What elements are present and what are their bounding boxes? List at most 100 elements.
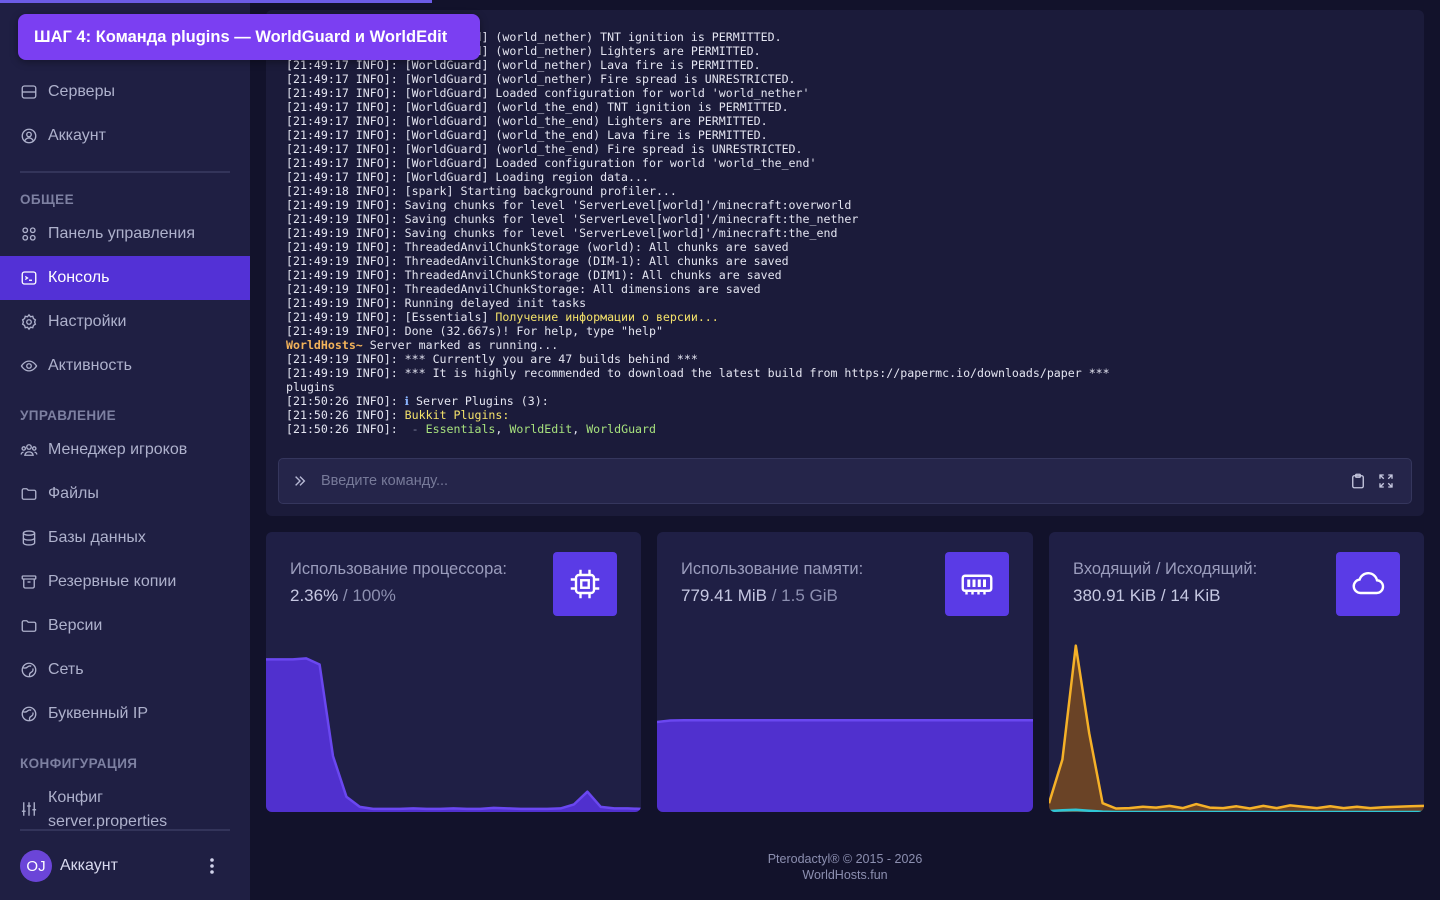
console-line: [21:49:17 INFO]: [WorldGuard] (world_the… bbox=[286, 114, 1416, 128]
console-segment: [21:49:17 INFO]: [WorldGuard] Loading re… bbox=[286, 170, 649, 184]
sidebar-item-label: Консоль bbox=[48, 269, 110, 286]
console-segment: WorldHosts~ bbox=[286, 338, 363, 352]
sidebar-item-label: Настройки bbox=[48, 313, 127, 330]
console-segment: [21:49:19 INFO]: Done (32.667s)! For hel… bbox=[286, 324, 663, 338]
memory-value: 779.41 MiB / 1.5 GiB bbox=[681, 586, 838, 606]
cpu-label: Использование процессора: bbox=[290, 560, 508, 578]
console-segment: [21:49:17 INFO]: [WorldGuard] (world_net… bbox=[286, 58, 761, 72]
console-line: [21:49:17 INFO]: [WorldGuard] Loading re… bbox=[286, 170, 1416, 184]
memory-separator: / bbox=[767, 586, 782, 605]
cpu-icon-tile bbox=[553, 552, 617, 616]
console-segment: [21:49:19 INFO]: Saving chunks for level… bbox=[286, 198, 852, 212]
console-segment: [21:49:19 INFO]: Running delayed init ta… bbox=[286, 296, 587, 310]
console-line: [21:49:17 INFO]: [WorldGuard] (world_the… bbox=[286, 100, 1416, 114]
cpu-usage: 2.36% bbox=[290, 586, 339, 605]
memory-limit: 1.5 GiB bbox=[781, 586, 838, 605]
cpu-limit: 100% bbox=[352, 586, 396, 605]
sidebar-item-server-properties[interactable]: Конфиг server.properties bbox=[0, 780, 250, 836]
sidebar-item-label: Панель управления bbox=[48, 225, 195, 242]
memory-icon-tile bbox=[945, 552, 1009, 616]
more-vertical-icon[interactable] bbox=[206, 856, 218, 876]
server-icon bbox=[20, 83, 38, 101]
console-segment: [21:49:17 INFO]: [WorldGuard] (world_the… bbox=[286, 114, 768, 128]
memory-icon bbox=[961, 574, 993, 595]
cpu-card: Использование процессора: 2.36% / 100% bbox=[266, 532, 641, 812]
console-segment: [21:50:26 INFO]: bbox=[286, 394, 405, 408]
cpu-chart bbox=[266, 657, 641, 812]
clipboard-icon[interactable] bbox=[1349, 472, 1367, 490]
sidebar-item-label: Серверы bbox=[48, 83, 115, 100]
console-segment: [21:49:19 INFO]: *** It is highly recomm… bbox=[286, 366, 1110, 380]
console-line: [21:49:17 INFO]: [WorldGuard] (world_the… bbox=[286, 142, 1416, 156]
sidebar-item-servers[interactable]: Серверы bbox=[0, 70, 250, 114]
console-line: [21:49:19 INFO]: Done (32.667s)! For hel… bbox=[286, 324, 1416, 338]
network-value: 380.91 KiB / 14 KiB bbox=[1073, 586, 1221, 605]
sidebar: Серверы Аккаунт ОБЩЕЕ Панель управления … bbox=[0, 0, 432, 900]
sidebar-item-console[interactable]: Консоль bbox=[0, 256, 250, 300]
sidebar-divider bbox=[20, 829, 230, 831]
sidebar-item-files[interactable]: Файлы bbox=[0, 472, 250, 516]
console-line: [21:49:18 INFO]: [spark] Starting backgr… bbox=[286, 184, 1416, 198]
network-card: Входящий / Исходящий: 380.91 KiB / 14 Ki… bbox=[1049, 532, 1424, 812]
command-input[interactable] bbox=[321, 466, 1349, 496]
section-config-heading: КОНФИГУРАЦИЯ bbox=[20, 756, 138, 771]
sidebar-item-network[interactable]: Сеть bbox=[0, 648, 250, 692]
sidebar-item-label: Менеджер игроков bbox=[48, 441, 188, 458]
console-line: [21:50:26 INFO]: - Essentials, WorldEdit… bbox=[286, 422, 1416, 436]
sidebar-item-activity[interactable]: Активность bbox=[0, 344, 250, 388]
console-segment: , bbox=[495, 422, 510, 436]
sidebar-item-letter-ip[interactable]: Буквенный IP bbox=[0, 692, 250, 736]
cloud-icon bbox=[1352, 571, 1385, 595]
archive-icon bbox=[20, 573, 38, 591]
sidebar-item-versions[interactable]: Версии bbox=[0, 604, 250, 648]
sidebar-item-player-manager[interactable]: Менеджер игроков bbox=[0, 428, 250, 472]
step-banner: ШАГ 4: Команда plugins — WorldGuard и Wo… bbox=[18, 14, 480, 60]
folder-icon bbox=[20, 485, 38, 503]
console-segment: Server Plugins (3): bbox=[409, 394, 549, 408]
config-line-1: Конфиг bbox=[48, 789, 103, 806]
sidebar-divider bbox=[20, 171, 230, 173]
chart-area-2-0 bbox=[1049, 645, 1424, 812]
console-segment: [21:50:26 INFO]: bbox=[286, 422, 412, 436]
console-segment: plugins bbox=[286, 380, 335, 394]
console-segment: [21:49:19 INFO]: [Essentials] bbox=[286, 310, 496, 324]
console-segment: [21:49:19 INFO]: ThreadedAnvilChunkStora… bbox=[286, 240, 789, 254]
console-segment: - bbox=[411, 422, 426, 436]
sidebar-item-dashboard[interactable]: Панель управления bbox=[0, 212, 250, 256]
expand-icon[interactable] bbox=[1377, 472, 1395, 490]
command-bar bbox=[278, 458, 1412, 504]
console-line: [21:49:19 INFO]: Saving chunks for level… bbox=[286, 198, 1416, 212]
console-segment: [21:49:17 INFO]: [WorldGuard] (world_the… bbox=[286, 100, 789, 114]
console-segment: [21:49:19 INFO]: *** Currently you are 4… bbox=[286, 352, 698, 366]
network-chart bbox=[1049, 644, 1424, 812]
network-icon-tile bbox=[1336, 552, 1400, 616]
sidebar-item-settings[interactable]: Настройки bbox=[0, 300, 250, 344]
memory-label: Использование памяти: bbox=[681, 560, 864, 578]
progress-line bbox=[0, 0, 432, 3]
console-line: [21:49:17 INFO]: [WorldGuard] (world_the… bbox=[286, 128, 1416, 142]
console-panel: [21:49:17 INFO]: [WorldGuard] (world_net… bbox=[266, 10, 1424, 516]
console-segment: [21:49:17 INFO]: [WorldGuard] (world_net… bbox=[286, 72, 796, 86]
user-label: Аккаунт bbox=[60, 857, 118, 874]
chart-line-2-0 bbox=[1049, 644, 1424, 810]
console-segment: [21:49:19 INFO]: Saving chunks for level… bbox=[286, 226, 838, 240]
user-menu[interactable]: OJ Аккаунт bbox=[0, 844, 250, 888]
console-segment: [21:49:19 INFO]: Saving chunks for level… bbox=[286, 212, 859, 226]
console-line: [21:49:19 INFO]: *** Currently you are 4… bbox=[286, 352, 1416, 366]
console-line: [21:50:26 INFO]: ℹ Server Plugins (3): bbox=[286, 394, 1416, 408]
console-line: [21:49:19 INFO]: ThreadedAnvilChunkStora… bbox=[286, 268, 1416, 282]
sidebar-item-databases[interactable]: Базы данных bbox=[0, 516, 250, 560]
console-segment: [21:49:19 INFO]: ThreadedAnvilChunkStora… bbox=[286, 268, 782, 282]
console-line: [21:49:19 INFO]: Saving chunks for level… bbox=[286, 212, 1416, 226]
console-segment: [21:50:26 INFO]: bbox=[286, 408, 405, 422]
terminal-icon bbox=[20, 269, 38, 287]
sidebar-item-account[interactable]: Аккаунт bbox=[0, 114, 250, 158]
console-segment: , bbox=[572, 422, 587, 436]
folder-icon bbox=[20, 617, 38, 635]
console-segment: [21:49:17 INFO]: [WorldGuard] Loaded con… bbox=[286, 86, 810, 100]
console-segment: Получение информации о версии... bbox=[495, 310, 719, 324]
footer-site: WorldHosts.fun bbox=[802, 868, 888, 882]
sidebar-item-label: Аккаунт bbox=[48, 127, 106, 144]
user-circle-icon bbox=[20, 127, 38, 145]
sidebar-item-backups[interactable]: Резервные копии bbox=[0, 560, 250, 604]
